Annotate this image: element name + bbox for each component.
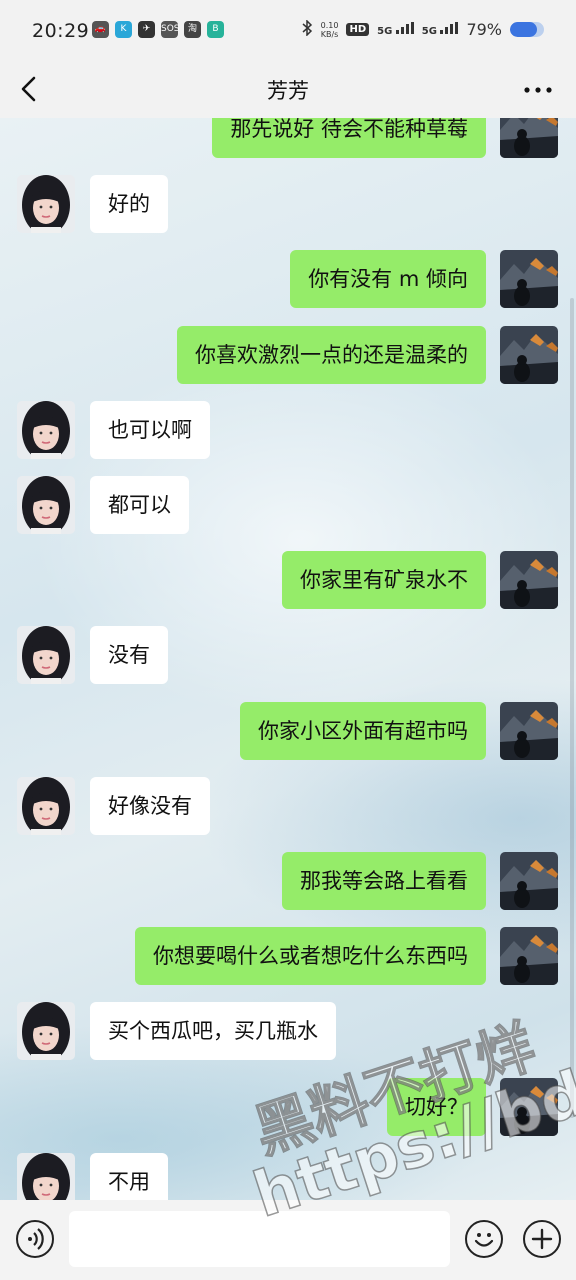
incoming-message: 买个西瓜吧，买几瓶水 — [0, 1002, 576, 1060]
my-avatar[interactable] — [500, 250, 558, 308]
message-bubble[interactable]: 你喜欢激烈一点的还是温柔的 — [177, 326, 486, 384]
outgoing-message: 你喜欢激烈一点的还是温柔的 — [0, 326, 576, 384]
chat-message-list[interactable]: 那先说好 待会不能种草莓好的你有没有 m 倾向你喜欢激烈一点的还是温柔的也可以啊… — [0, 118, 576, 1200]
message-bubble[interactable]: 好的 — [90, 175, 168, 233]
outgoing-message: 你家小区外面有超市吗 — [0, 702, 576, 760]
taobao-icon: 淘 — [184, 21, 201, 38]
incoming-message: 也可以啊 — [0, 401, 576, 459]
contact-avatar[interactable] — [17, 175, 75, 233]
message-bubble[interactable]: 你有没有 m 倾向 — [290, 250, 486, 308]
battery-icon — [510, 22, 544, 37]
outgoing-message: 那先说好 待会不能种草莓 — [0, 118, 576, 158]
incoming-message: 都可以 — [0, 476, 576, 534]
message-bubble[interactable]: 你家里有矿泉水不 — [282, 551, 486, 609]
message-bubble[interactable]: 买个西瓜吧，买几瓶水 — [90, 1002, 336, 1060]
outgoing-message: 你家里有矿泉水不 — [0, 551, 576, 609]
emoji-button[interactable] — [465, 1220, 503, 1258]
chat-title: 芳芳 — [267, 79, 309, 103]
my-avatar[interactable] — [500, 118, 558, 158]
message-bubble[interactable]: 没有 — [90, 626, 168, 684]
telegram-icon: ✈ — [138, 21, 155, 38]
message-bubble[interactable]: 那我等会路上看看 — [282, 852, 486, 910]
outgoing-message: 你有没有 m 倾向 — [0, 250, 576, 308]
my-avatar[interactable] — [500, 702, 558, 760]
hd-badge: HD — [346, 23, 370, 36]
incoming-message: 没有 — [0, 626, 576, 684]
my-avatar[interactable] — [500, 927, 558, 985]
contact-avatar[interactable] — [17, 626, 75, 684]
contact-avatar[interactable] — [17, 1153, 75, 1200]
battery-percent: 79% — [466, 20, 502, 39]
incoming-message: 不用 — [0, 1153, 576, 1200]
contact-avatar[interactable] — [17, 476, 75, 534]
bluetooth-icon — [301, 19, 313, 39]
k-app-icon: K — [115, 21, 132, 38]
signal-5g-2: 5G — [422, 22, 459, 37]
contact-avatar[interactable] — [17, 1002, 75, 1060]
message-bubble[interactable]: 也可以啊 — [90, 401, 210, 459]
net-speed: 0.10 KB/s — [320, 20, 339, 39]
signal-5g-1: 5G — [377, 22, 414, 37]
more-button[interactable] — [522, 76, 554, 104]
chat-header: 芳芳 — [0, 62, 576, 118]
message-bubble[interactable]: 你想要喝什么或者想吃什么东西吗 — [135, 927, 486, 985]
input-bar — [0, 1200, 576, 1280]
status-app-icons: 🚗 K ✈ SOS 淘 B — [92, 21, 224, 38]
contact-avatar[interactable] — [17, 401, 75, 459]
status-bar: 20:29 🚗 K ✈ SOS 淘 B 0.10 KB/s HD 5G 5G 79% — [0, 0, 576, 62]
smiley-icon — [474, 1233, 494, 1247]
my-avatar[interactable] — [500, 326, 558, 384]
message-bubble[interactable]: 你家小区外面有超市吗 — [240, 702, 486, 760]
message-input[interactable] — [69, 1211, 450, 1267]
message-bubble[interactable]: 那先说好 待会不能种草莓 — [212, 118, 486, 158]
status-right-group: 0.10 KB/s HD 5G 5G 79% — [301, 19, 544, 39]
voice-icon — [28, 1228, 44, 1250]
message-bubble[interactable]: 切好？ — [387, 1078, 486, 1136]
sos-icon: SOS — [161, 21, 180, 38]
plus-button[interactable] — [523, 1220, 561, 1258]
incoming-message: 好像没有 — [0, 777, 576, 835]
car-icon: 🚗 — [92, 21, 109, 38]
my-avatar[interactable] — [500, 551, 558, 609]
message-bubble[interactable]: 都可以 — [90, 476, 189, 534]
battery-fill — [510, 22, 537, 37]
boss-icon: B — [207, 21, 224, 38]
outgoing-message: 切好？ — [0, 1078, 576, 1136]
incoming-message: 好的 — [0, 175, 576, 233]
plus-icon — [531, 1228, 553, 1250]
status-time: 20:29 — [32, 20, 90, 42]
my-avatar[interactable] — [500, 1078, 558, 1136]
voice-button[interactable] — [16, 1220, 54, 1258]
outgoing-message: 那我等会路上看看 — [0, 852, 576, 910]
my-avatar[interactable] — [500, 852, 558, 910]
more-dots-icon — [524, 87, 552, 93]
message-bubble[interactable]: 好像没有 — [90, 777, 210, 835]
contact-avatar[interactable] — [17, 777, 75, 835]
outgoing-message: 你想要喝什么或者想吃什么东西吗 — [0, 927, 576, 985]
message-bubble[interactable]: 不用 — [90, 1153, 168, 1200]
